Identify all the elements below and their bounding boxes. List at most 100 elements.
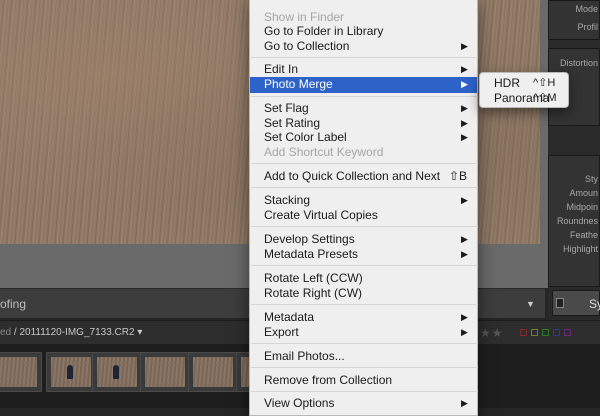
- menu-item-label: Metadata Presets: [264, 247, 359, 261]
- color-filter-green-icon[interactable]: [542, 329, 549, 336]
- menu-item-label: Go to Collection: [264, 39, 350, 53]
- panel-label-highlights: Highlight: [562, 244, 598, 254]
- menu-item-remove-from-collection[interactable]: Remove from Collection: [250, 373, 477, 388]
- menu-item-label: Set Color Label: [264, 130, 347, 144]
- submenu-arrow-icon: ▶: [461, 195, 468, 205]
- panel-label-amount: Amoun: [569, 188, 598, 198]
- menu-item-set-flag[interactable]: Set Flag ▶: [250, 101, 477, 116]
- color-label-filters[interactable]: [520, 329, 571, 336]
- menu-item-label: Rotate Left (CCW): [264, 271, 363, 285]
- submenu-arrow-icon: ▶: [461, 249, 468, 259]
- submenu-arrow-icon: ▶: [461, 327, 468, 337]
- menu-item-label: Develop Settings: [264, 232, 355, 246]
- menu-item-label: Create Virtual Copies: [264, 208, 378, 222]
- menu-item-label: Export: [264, 325, 299, 339]
- submenu-arrow-icon: ▶: [461, 234, 468, 244]
- menu-item-metadata[interactable]: Metadata ▶: [250, 310, 477, 325]
- menu-item-set-rating[interactable]: Set Rating ▶: [250, 116, 477, 131]
- filmstrip-source-path[interactable]: ed / 20111120-IMG_7133.CR2 ▾: [0, 327, 142, 338]
- submenu-arrow-icon: ▶: [461, 41, 468, 51]
- menu-separator: [251, 391, 478, 392]
- menu-item-go-to-folder[interactable]: Go to Folder in Library: [250, 24, 477, 39]
- menu-item-label: Show in Finder: [264, 10, 345, 24]
- menu-item-metadata-presets[interactable]: Metadata Presets ▶: [250, 247, 477, 262]
- menu-item-email-photos[interactable]: Email Photos...: [250, 349, 477, 364]
- menu-item-export[interactable]: Export ▶: [250, 325, 477, 340]
- submenu-arrow-icon: ▶: [461, 118, 468, 128]
- filmstrip-thumbnail[interactable]: [46, 352, 96, 392]
- menu-separator: [251, 226, 478, 227]
- chevron-down-icon[interactable]: ▾: [137, 327, 142, 338]
- shortcut-label: ⇧B: [449, 169, 468, 183]
- panel-label-mode: Mode: [575, 4, 598, 14]
- menu-separator: [251, 187, 478, 188]
- menu-item-create-virtual-copies[interactable]: Create Virtual Copies: [250, 208, 477, 223]
- menu-item-label: Stacking: [264, 193, 311, 207]
- submenu-arrow-icon: ▶: [461, 398, 468, 408]
- soft-proofing-label: ofing: [0, 297, 27, 311]
- menu-separator: [251, 343, 478, 344]
- menu-item-go-to-collection[interactable]: Go to Collection ▶: [250, 39, 477, 54]
- menu-separator: [251, 265, 478, 266]
- menu-item-add-shortcut-keyword: Add Shortcut Keyword: [250, 145, 477, 160]
- filmstrip-filename: / 20111120-IMG_7133.CR2: [11, 327, 135, 338]
- menu-item-label: HDR: [494, 76, 520, 90]
- shortcut-label: ^⇧H: [533, 77, 556, 89]
- menu-item-label: Edit In: [264, 62, 299, 76]
- menu-separator: [251, 304, 478, 305]
- menu-item-label: Set Flag: [264, 101, 309, 115]
- sync-button[interactable]: Sy: [552, 290, 600, 316]
- panel-label-midpoint: Midpoin: [566, 202, 598, 212]
- menu-item-label: Add to Quick Collection and Next: [264, 169, 441, 183]
- panel-label-roundness: Roundnes: [556, 216, 598, 226]
- toolbar-menu-arrow-icon[interactable]: ▼: [526, 299, 535, 309]
- color-filter-blue-icon[interactable]: [553, 329, 560, 336]
- menu-item-label: Go to Folder in Library: [264, 24, 384, 38]
- filmstrip-thumbnail[interactable]: [188, 352, 238, 392]
- color-filter-yellow-icon[interactable]: [531, 329, 538, 336]
- menu-item-label: Add Shortcut Keyword: [264, 145, 384, 159]
- filmstrip-thumbnail[interactable]: [92, 352, 142, 392]
- menu-item-label: Remove from Collection: [264, 373, 393, 387]
- menu-item-add-to-quick-collection[interactable]: Add to Quick Collection and Next ⇧B: [250, 169, 477, 184]
- shortcut-label: ^⇧M: [533, 92, 557, 104]
- filmstrip-thumbnail[interactable]: [140, 352, 190, 392]
- sync-toggle-icon[interactable]: [556, 298, 564, 308]
- photo-merge-submenu: HDR ^⇧H Panorama ^⇧M: [479, 72, 569, 108]
- submenu-item-hdr[interactable]: HDR ^⇧H: [480, 76, 568, 90]
- filmstrip-path-prefix: ed: [0, 327, 12, 338]
- menu-item-develop-settings[interactable]: Develop Settings ▶: [250, 232, 477, 247]
- panel-label-feather: Feathe: [569, 230, 598, 240]
- submenu-arrow-icon: ▶: [461, 312, 468, 322]
- menu-item-label: Photo Merge: [264, 77, 333, 91]
- panel-label-distortion: Distortion: [559, 58, 598, 68]
- submenu-arrow-icon: ▶: [461, 132, 468, 142]
- menu-separator: [251, 57, 478, 58]
- menu-item-label: Metadata: [264, 310, 315, 324]
- menu-separator: [251, 96, 478, 97]
- menu-item-label: Set Rating: [264, 116, 321, 130]
- menu-item-label: Email Photos...: [264, 349, 345, 363]
- color-filter-purple-icon[interactable]: [564, 329, 571, 336]
- right-panel: Mode Profil Distortion Sty Amoun Midpoin…: [548, 0, 600, 320]
- menu-item-stacking[interactable]: Stacking ▶: [250, 193, 477, 208]
- submenu-arrow-icon: ▶: [461, 64, 468, 74]
- panel-label-profile: Profil: [577, 22, 598, 32]
- submenu-arrow-icon: ▶: [461, 79, 468, 89]
- submenu-arrow-icon: ▶: [461, 103, 468, 113]
- menu-item-rotate-right[interactable]: Rotate Right (CW): [250, 286, 477, 301]
- rating-stars-icon[interactable]: ★★: [480, 326, 504, 340]
- menu-item-set-color-label[interactable]: Set Color Label ▶: [250, 130, 477, 145]
- menu-separator: [251, 367, 478, 368]
- menu-item-edit-in[interactable]: Edit In ▶: [250, 62, 477, 77]
- menu-item-view-options[interactable]: View Options ▶: [250, 396, 477, 411]
- menu-item-rotate-left[interactable]: Rotate Left (CCW): [250, 271, 477, 286]
- menu-item-photo-merge[interactable]: Photo Merge ▶: [250, 77, 477, 93]
- context-menu: Show in Finder Go to Folder in Library G…: [249, 0, 478, 416]
- filmstrip-thumbnail[interactable]: [0, 352, 42, 392]
- menu-item-label: Rotate Right (CW): [264, 286, 363, 300]
- submenu-item-panorama[interactable]: Panorama ^⇧M: [480, 91, 568, 105]
- sync-button-label: Sy: [589, 297, 600, 311]
- menu-item-show-in-finder: Show in Finder: [250, 10, 477, 25]
- color-filter-red-icon[interactable]: [520, 329, 527, 336]
